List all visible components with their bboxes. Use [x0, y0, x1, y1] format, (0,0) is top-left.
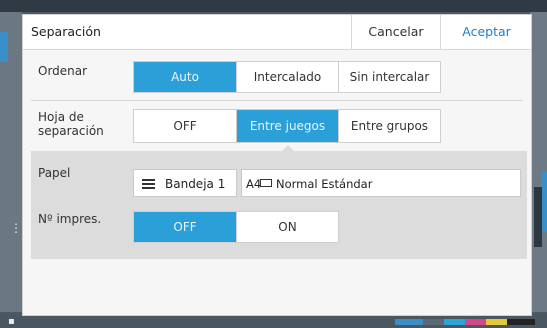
dialog-titlebar: Separación Cancelar Aceptar — [23, 15, 531, 50]
ok-button[interactable]: Aceptar — [440, 15, 532, 49]
separation-dialog: Separación Cancelar Aceptar Ordenar Auto… — [22, 14, 532, 316]
print-number-option-off[interactable]: OFF — [134, 212, 236, 242]
ink-level-swatches — [395, 319, 535, 325]
separator-sheet-label: Hoja de separación — [38, 110, 104, 138]
separator-option-off[interactable]: OFF — [134, 110, 236, 142]
separator-sheet-label-line1: Hoja de — [38, 110, 84, 124]
background-tab-indicator — [0, 32, 8, 62]
paper-type: Normal Estándar — [276, 177, 373, 191]
sort-option-collated[interactable]: Intercalado — [236, 62, 338, 92]
status-icon: ▪ — [8, 316, 15, 327]
separator-option-between-groups[interactable]: Entre grupos — [338, 110, 440, 142]
background-screen-left: ⋮ — [0, 12, 22, 312]
landscape-paper-icon — [260, 179, 272, 187]
separator-sheet-label-line2: separación — [38, 124, 104, 138]
background-screen-top — [0, 0, 547, 12]
sort-segmented-control: Auto Intercalado Sin intercalar — [133, 61, 441, 93]
background-status-bar: ▪ — [0, 314, 547, 328]
print-number-segmented-control: OFF ON — [133, 211, 339, 243]
paper-info-field: A4 Normal Estándar — [241, 169, 521, 197]
drag-handle-icon: ⋮ — [10, 221, 22, 235]
row-divider — [31, 100, 523, 101]
paper-tray-button[interactable]: Bandeja 1 — [133, 169, 237, 197]
dialog-title: Separación — [31, 24, 101, 39]
sort-option-auto[interactable]: Auto — [134, 62, 236, 92]
print-number-option-on[interactable]: ON — [236, 212, 338, 242]
separator-sheet-segmented-control: OFF Entre juegos Entre grupos — [133, 109, 441, 143]
sort-option-uncollated[interactable]: Sin intercalar — [338, 62, 440, 92]
paper-size: A4 — [246, 177, 262, 191]
print-number-label: Nº impres. — [38, 212, 102, 226]
tray-icon — [142, 179, 155, 189]
background-screen-right — [530, 12, 547, 312]
background-scrollbar — [534, 187, 542, 247]
cancel-button[interactable]: Cancelar — [351, 15, 440, 49]
sort-label: Ordenar — [38, 64, 88, 78]
tray-label: Bandeja 1 — [165, 177, 226, 191]
paper-label: Papel — [38, 166, 71, 180]
separator-option-between-sets[interactable]: Entre juegos — [236, 110, 338, 142]
